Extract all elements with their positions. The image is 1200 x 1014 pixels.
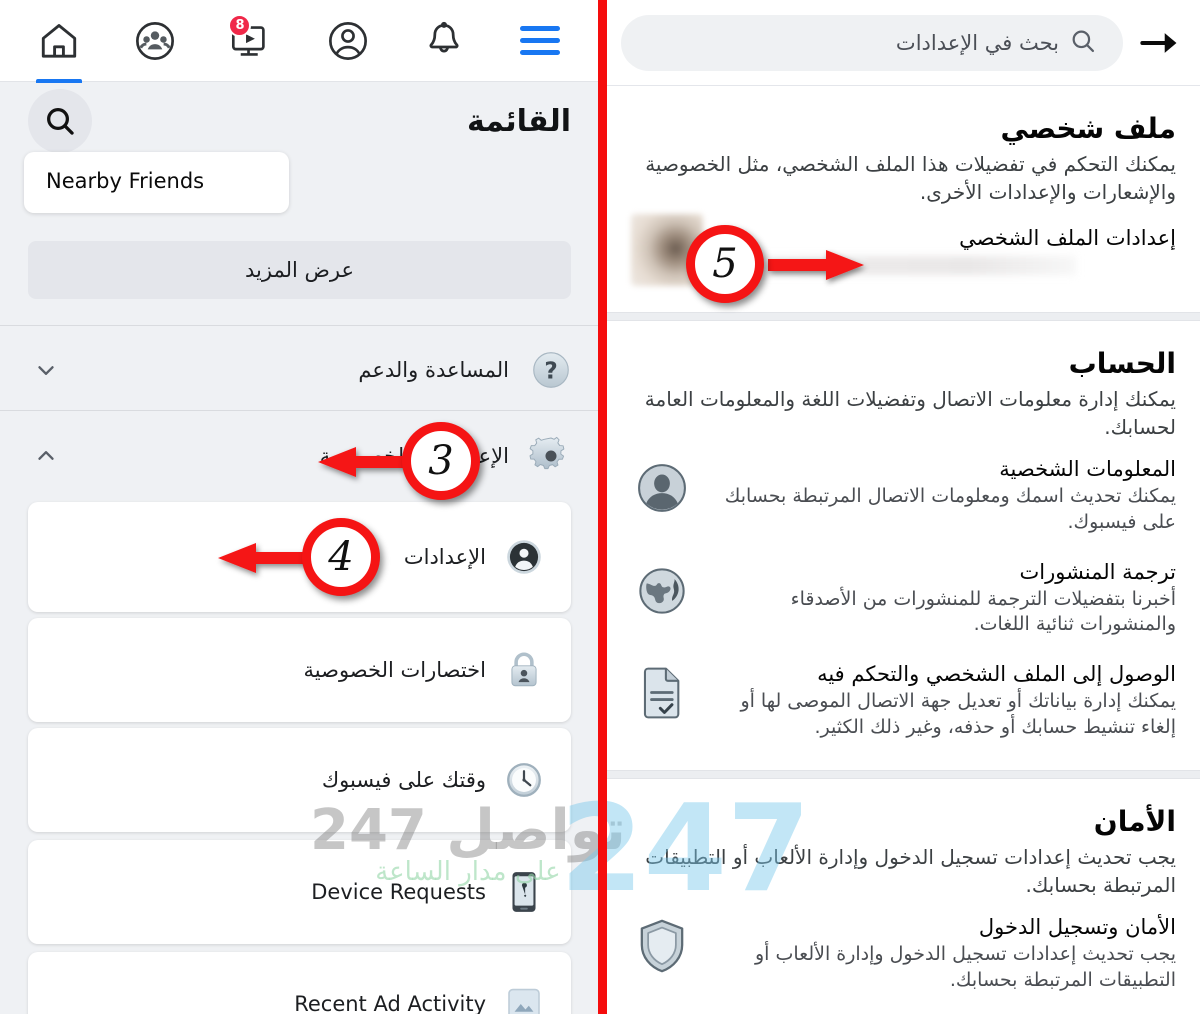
shield-security-icon	[631, 915, 693, 977]
section-title: الحساب	[1068, 347, 1176, 381]
settings-item-title: الأمان وتسجيل الدخول	[978, 915, 1176, 940]
watch-video-icon[interactable]: 8	[220, 0, 282, 82]
sidebar-item-settings-privacy[interactable]: الإعدادات والخصوصية	[0, 418, 599, 494]
profile-settings-text: إعدادات الملف الشخصي	[721, 226, 1176, 275]
red-split-divider	[598, 0, 607, 1014]
nearby-friends-card[interactable]: Nearby Friends	[24, 152, 289, 213]
profile-settings-label: إعدادات الملف الشخصي	[959, 225, 1176, 250]
settings-item-description: يجب تحديث إعدادات تسجيل الدخول وإدارة ال…	[754, 943, 1176, 992]
avatar	[631, 214, 703, 287]
search-placeholder: بحث في الإعدادات	[895, 30, 1059, 55]
sidebar-item-privacy-shortcuts[interactable]: اختصارات الخصوصية	[28, 618, 571, 722]
top-navigation-bar: 8	[0, 0, 599, 83]
settings-detail-panel: بحث في الإعدادات ملف شخصي يمكنك التحكم ف…	[607, 0, 1200, 1014]
notifications-bell-icon[interactable]	[413, 0, 475, 82]
app-screenshot: 8 القائمة Nearby Friends عرض المزيد ? ال…	[0, 0, 1200, 1014]
globe-earth-icon	[631, 560, 693, 622]
sidebar-item-help-support[interactable]: ? المساعدة والدعم	[0, 332, 599, 408]
chevron-down-icon	[28, 357, 64, 383]
sidebar-item-label: الإعدادات	[403, 545, 486, 569]
search-icon[interactable]	[28, 89, 92, 153]
section-security: الأمان يجب تحديث إعدادات تسجيل الدخول وإ…	[607, 779, 1200, 1014]
profile-settings-row[interactable]: إعدادات الملف الشخصي	[631, 206, 1176, 290]
settings-item-description: يمكنك إدارة بياناتك أو تعديل جهة الاتصال…	[740, 689, 1176, 738]
settings-item-personal-information[interactable]: المعلومات الشخصية يمكنك تحديث اسمك ومعلو…	[631, 441, 1176, 543]
settings-item-title: المعلومات الشخصية	[999, 457, 1176, 482]
gear-settings-icon	[525, 430, 577, 482]
hamburger-bars	[520, 19, 560, 62]
settings-item-profile-access-control[interactable]: الوصول إلى الملف الشخصي والتحكم فيه يمكن…	[631, 646, 1176, 748]
section-account: الحساب يمكنك إدارة معلومات الاتصال وتفضي…	[607, 321, 1200, 770]
account-circle-icon	[501, 534, 547, 580]
show-more-label: عرض المزيد	[245, 258, 355, 282]
help-question-icon: ?	[525, 344, 577, 396]
sidebar-item-label: Device Requests	[311, 880, 486, 904]
sidebar-item-recent-ad-activity[interactable]: Recent Ad Activity	[28, 952, 571, 1014]
section-profile: ملف شخصي يمكنك التحكم في تفضيلات هذا الم…	[607, 86, 1200, 312]
arrow-right-icon[interactable]	[1137, 20, 1183, 66]
sidebar-item-device-requests[interactable]: Device Requests	[28, 840, 571, 944]
left-menu-panel: 8 القائمة Nearby Friends عرض المزيد ? ال…	[0, 0, 600, 1014]
clock-time-icon	[501, 757, 547, 803]
profile-name-blurred	[721, 255, 1076, 275]
nearby-friends-label: Nearby Friends	[46, 169, 205, 193]
settings-item-description: يمكنك تحديث اسمك ومعلومات الاتصال المرتب…	[724, 485, 1176, 534]
profile-account-icon[interactable]	[317, 0, 379, 82]
document-check-icon	[631, 662, 693, 724]
search-icon	[1069, 27, 1097, 59]
settings-search-row: بحث في الإعدادات	[607, 0, 1200, 86]
privacy-lock-icon	[501, 647, 547, 693]
show-more-button[interactable]: عرض المزيد	[28, 241, 571, 299]
mobile-device-icon	[501, 869, 547, 915]
sidebar-item-label: الإعدادات والخصوصية	[319, 444, 509, 468]
section-divider	[607, 770, 1200, 780]
settings-item-text: المعلومات الشخصية يمكنك تحديث اسمك ومعلو…	[711, 457, 1176, 535]
settings-item-text: ترجمة المنشورات أخبرنا بتفضيلات الترجمة …	[711, 560, 1176, 638]
section-title: ملف شخصي	[1000, 112, 1177, 145]
ad-image-icon	[501, 981, 547, 1014]
home-icon[interactable]	[28, 0, 90, 83]
section-description: يمكنك التحكم في تفضيلات هذا الملف الشخصي…	[645, 152, 1176, 204]
settings-item-security-login[interactable]: الأمان وتسجيل الدخول يجب تحديث إعدادات ت…	[631, 899, 1176, 1001]
divider	[0, 325, 599, 326]
video-unread-badge: 8	[228, 13, 252, 37]
hamburger-menu-icon[interactable]	[509, 0, 571, 82]
sidebar-item-label: وقتك على فيسبوك	[321, 768, 486, 792]
sidebar-item-label: اختصارات الخصوصية	[303, 658, 486, 682]
person-avatar-icon	[631, 457, 693, 519]
page-title: القائمة	[467, 103, 571, 139]
search-input[interactable]: بحث في الإعدادات	[621, 14, 1123, 71]
svg-text:?: ?	[544, 359, 557, 385]
section-description: يجب تحديث إعدادات تسجيل الدخول وإدارة ال…	[645, 845, 1176, 897]
section-description: يمكنك إدارة معلومات الاتصال وتفضيلات الل…	[644, 387, 1176, 439]
sidebar-item-your-time-on-facebook[interactable]: وقتك على فيسبوك	[28, 728, 571, 832]
section-title: الأمان	[1093, 805, 1176, 839]
chevron-up-icon	[28, 443, 64, 469]
settings-item-description: أخبرنا بتفضيلات الترجمة للمنشورات من الأ…	[790, 587, 1176, 636]
section-divider	[607, 312, 1200, 322]
divider	[0, 410, 599, 411]
settings-item-title: الوصول إلى الملف الشخصي والتحكم فيه	[817, 661, 1176, 686]
menu-header: القائمة	[0, 82, 599, 160]
sidebar-item-label: المساعدة والدعم	[358, 358, 509, 382]
sidebar-item-settings[interactable]: الإعدادات	[28, 502, 571, 612]
groups-icon[interactable]	[124, 0, 186, 82]
settings-item-title: ترجمة المنشورات	[1019, 559, 1176, 584]
settings-item-text: الأمان وتسجيل الدخول يجب تحديث إعدادات ت…	[711, 915, 1176, 993]
settings-item-translate-posts[interactable]: ترجمة المنشورات أخبرنا بتفضيلات الترجمة …	[631, 544, 1176, 646]
settings-item-text: الوصول إلى الملف الشخصي والتحكم فيه يمكن…	[711, 662, 1176, 740]
sidebar-item-label: Recent Ad Activity	[294, 992, 486, 1014]
